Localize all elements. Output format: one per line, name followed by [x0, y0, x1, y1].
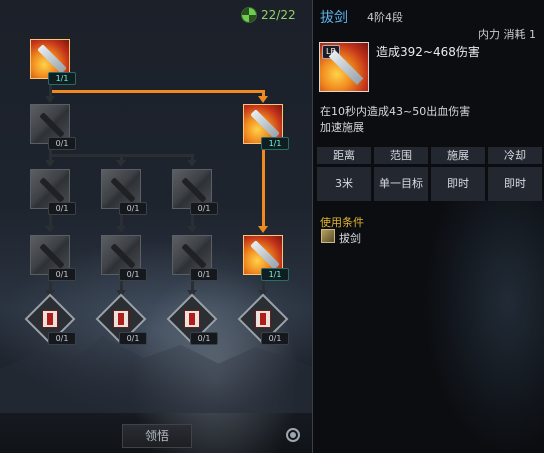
stat-header-cooldown: 冷却: [488, 147, 542, 164]
skill-rank: 4阶4段: [367, 11, 403, 24]
skill-points-icon: [242, 8, 256, 22]
skill-level-badge: 0/1: [48, 137, 76, 150]
skill-level-badge: 0/1: [119, 332, 147, 345]
skill-level-badge: 0/1: [190, 268, 218, 281]
connector-arrow: [116, 160, 126, 167]
connector-line: [120, 154, 123, 160]
skill-tree-panel: 22/22 1/1 0/1 1/1 0/1 0/1 0/1 0/1 0/1 0/…: [0, 0, 313, 453]
stat-value-area: 单一目标: [374, 167, 428, 201]
scroll-icon: [42, 310, 58, 328]
skill-level-badge: 0/1: [119, 202, 147, 215]
connector-arrow: [258, 96, 268, 103]
skill-level-badge: 0/1: [190, 202, 218, 215]
scroll-icon: [184, 310, 200, 328]
skill-points-value: 22/22: [261, 8, 296, 22]
condition-skill-icon: [321, 229, 335, 243]
sword-skill-icon: LB: [319, 42, 369, 92]
connector-arrow: [45, 160, 55, 167]
skill-node-r3-d[interactable]: 1/1: [243, 235, 289, 281]
skill-node-r4-b[interactable]: 0/1: [95, 293, 147, 345]
map-background: [424, 200, 544, 453]
skill-level-badge: 1/1: [261, 137, 289, 150]
skill-level-badge: 1/1: [48, 72, 76, 85]
stat-value-cast: 即时: [431, 167, 485, 201]
connector-line: [49, 154, 52, 160]
scroll-icon: [255, 310, 271, 328]
connector-arrow: [45, 226, 55, 233]
skill-level-badge: 0/1: [48, 268, 76, 281]
stat-header-cast: 施展: [431, 147, 485, 164]
skill-cost: 内力 消耗 1: [478, 28, 536, 41]
skill-level-badge: 0/1: [48, 332, 76, 345]
skill-detail-panel: 拔剑 4阶4段 内力 消耗 1 LB 造成392~468伤害 在10秒内造成43…: [313, 0, 544, 453]
skill-level-badge: 0/1: [190, 332, 218, 345]
skill-effect: 在10秒内造成43~50出血伤害: [320, 105, 471, 118]
skill-points-counter: 22/22: [242, 6, 296, 24]
skill-node-r3-b[interactable]: 0/1: [101, 235, 147, 281]
connector-arrow: [187, 160, 197, 167]
skill-node-r3-c[interactable]: 0/1: [172, 235, 218, 281]
skill-node-r4-c[interactable]: 0/1: [166, 293, 218, 345]
connector-arrow: [258, 226, 268, 233]
stat-value-range: 3米: [317, 167, 371, 201]
skill-node-r4-d[interactable]: 0/1: [237, 293, 289, 345]
skill-effect: 加速施展: [320, 121, 364, 134]
keybind-tag: LB: [322, 45, 340, 59]
stat-header-area: 范围: [374, 147, 428, 164]
reset-icon[interactable]: [286, 428, 300, 442]
connector-line: [49, 90, 265, 93]
scroll-icon: [113, 310, 129, 328]
skill-damage: 造成392~468伤害: [376, 45, 480, 59]
use-condition-title: 使用条件: [320, 216, 364, 229]
skill-node-r1-right[interactable]: 1/1: [243, 104, 289, 150]
stat-value-cooldown: 即时: [488, 167, 542, 201]
skill-node-r3-a[interactable]: 0/1: [30, 235, 76, 281]
connector-arrow: [187, 226, 197, 233]
use-condition-text: 拔剑: [339, 232, 361, 245]
skill-node-r2-c[interactable]: 0/1: [172, 169, 218, 215]
stat-header-range: 距离: [317, 147, 371, 164]
skill-node-r2-a[interactable]: 0/1: [30, 169, 76, 215]
skill-node-r2-b[interactable]: 0/1: [101, 169, 147, 215]
skill-stats-table: 距离 范围 施展 冷却 3米 单一目标 即时 即时: [317, 147, 542, 201]
skill-level-badge: 0/1: [119, 268, 147, 281]
skill-level-badge: 0/1: [261, 332, 289, 345]
skill-node-root[interactable]: 1/1: [30, 39, 76, 85]
connector-arrow: [45, 96, 55, 103]
skill-level-badge: 0/1: [48, 202, 76, 215]
skill-level-badge: 1/1: [261, 268, 289, 281]
skill-name: 拔剑: [320, 10, 348, 26]
skill-node-r4-a[interactable]: 0/1: [24, 293, 76, 345]
skill-node-r1-left[interactable]: 0/1: [30, 104, 76, 150]
connector-line: [191, 154, 194, 160]
connector-arrow: [116, 226, 126, 233]
learn-button[interactable]: 领悟: [122, 424, 192, 448]
connector-line: [262, 146, 265, 226]
